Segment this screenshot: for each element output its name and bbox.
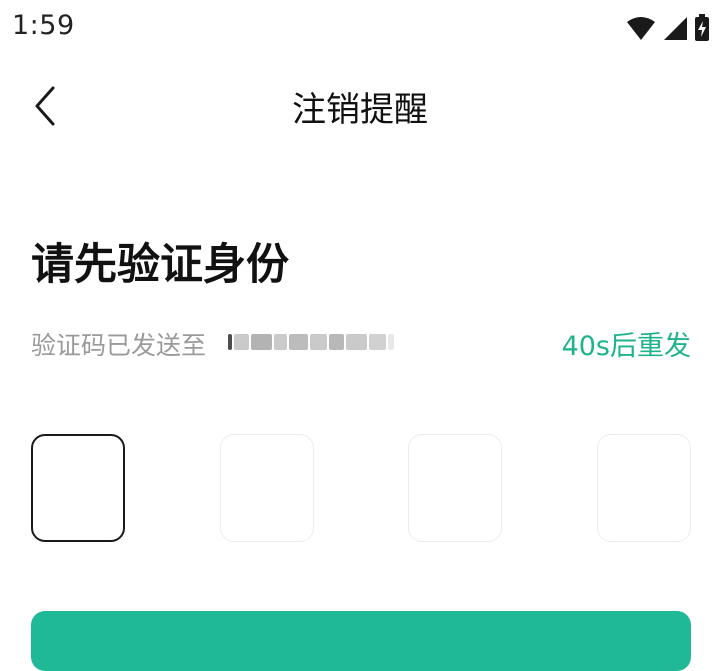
resend-button[interactable]: 40s后重发 (562, 324, 691, 363)
status-bar: 1:59 (0, 0, 720, 58)
nav-bar: 注销提醒 (0, 62, 720, 148)
code-digit-2[interactable] (220, 434, 314, 542)
code-sent-row: 验证码已发送至 40s后重发 (31, 322, 691, 362)
code-sent-label: 验证码已发送至 (31, 331, 207, 360)
verification-code-input (31, 434, 691, 544)
masked-phone-number (228, 332, 394, 352)
verify-heading: 请先验证身份 (31, 240, 289, 290)
code-digit-1[interactable] (31, 434, 125, 542)
page-title: 注销提醒 (292, 90, 428, 130)
status-icons (626, 14, 710, 42)
code-digit-3[interactable] (408, 434, 502, 542)
status-time: 1:59 (12, 10, 75, 41)
wifi-icon (627, 17, 655, 40)
battery-charging-icon (695, 14, 709, 41)
submit-button[interactable] (31, 611, 691, 671)
code-digit-4[interactable] (597, 434, 691, 542)
signal-icon (664, 17, 687, 40)
